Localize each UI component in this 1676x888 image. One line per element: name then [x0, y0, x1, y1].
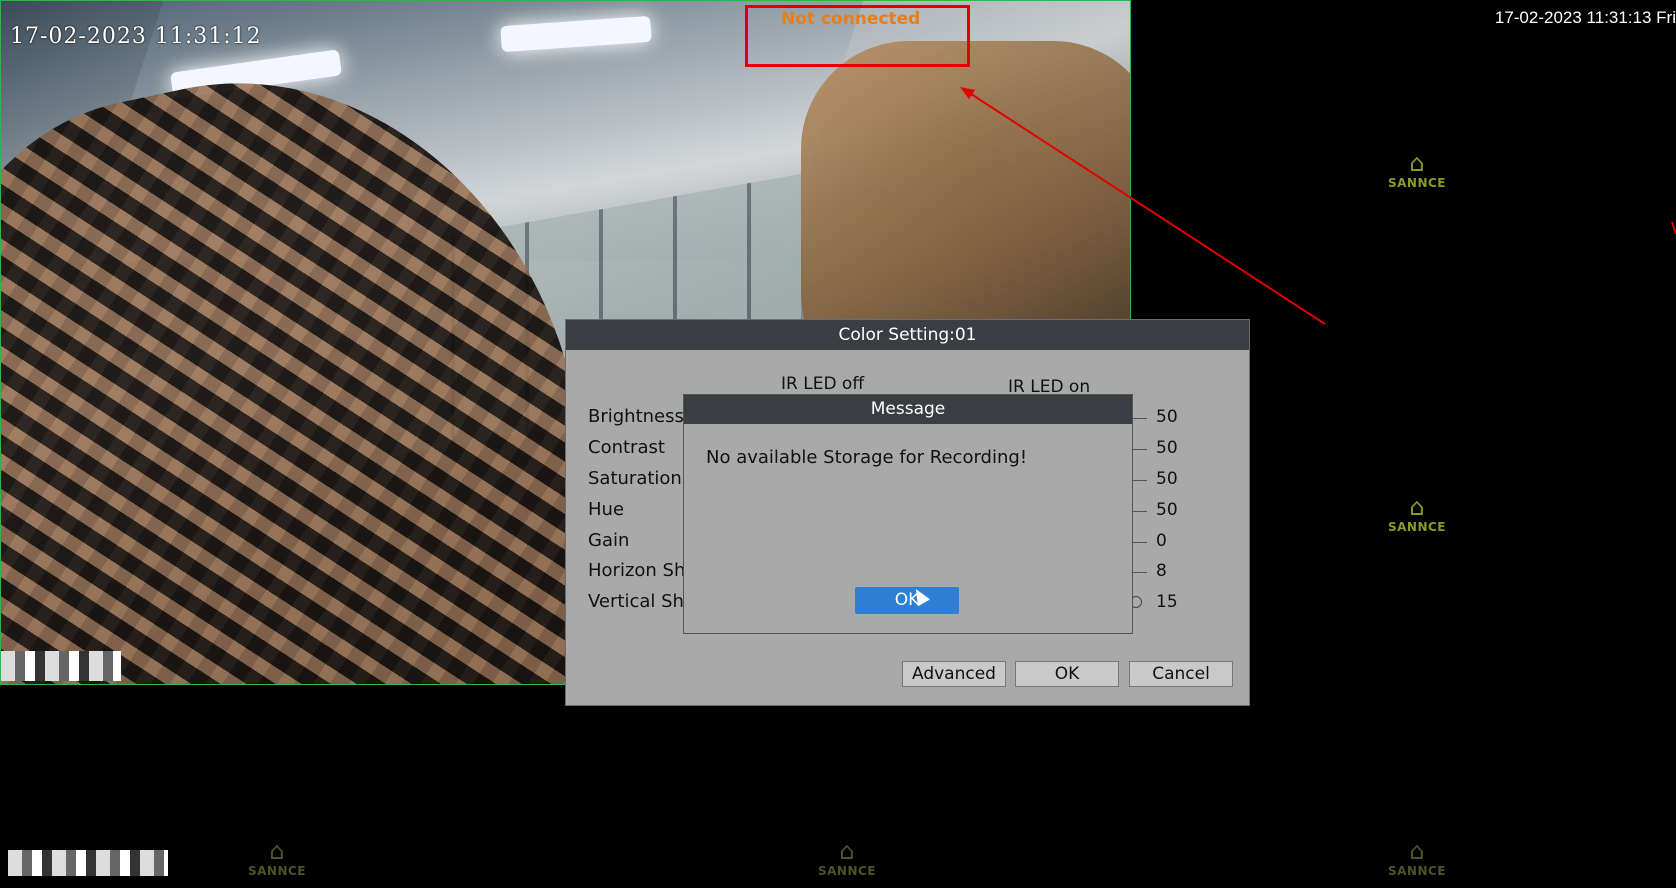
camera-status-text: Not connected — [781, 9, 921, 29]
hue-label: Hue — [588, 499, 625, 520]
horizon-sharpness-label: Horizon Sh — [588, 560, 686, 581]
brand-logo-text: SANNCE — [1387, 520, 1447, 534]
brand-logo-icon: ⌂ — [1409, 837, 1425, 865]
color-setting-title: Color Setting:01 — [566, 320, 1249, 350]
brand-logo: ⌂ SANNCE — [1377, 494, 1457, 534]
brand-logo-icon: ⌂ — [1409, 493, 1425, 521]
horizon-sharpness-slider[interactable] — [1131, 572, 1147, 573]
message-ok-button[interactable]: OK — [855, 587, 959, 614]
brightness-value: 50 — [1156, 407, 1178, 427]
brand-logo-text: SANNCE — [817, 864, 877, 878]
gain-value: 0 — [1156, 531, 1167, 551]
ir-led-off-header: IR LED off — [781, 374, 865, 394]
pixelated-overlay — [8, 850, 168, 876]
hue-slider[interactable] — [1131, 511, 1147, 512]
brand-logo-icon: ⌂ — [839, 837, 855, 865]
vertical-sharpness-value: 15 — [1156, 592, 1178, 612]
brand-logo: ⌂ SANNCE — [1377, 150, 1457, 190]
brand-logo: ⌂ SANNCE — [237, 838, 317, 878]
saturation-slider[interactable] — [1131, 480, 1147, 481]
vertical-sharpness-label: Vertical Sh — [588, 591, 684, 612]
saturation-label: Saturation — [588, 468, 682, 489]
horizon-sharpness-value: 8 — [1156, 561, 1167, 581]
brand-logo: ⌂ SANNCE — [807, 838, 887, 878]
brand-logo-text: SANNCE — [1387, 864, 1447, 878]
ok-button[interactable]: OK — [1015, 661, 1119, 687]
brand-logo-text: SANNCE — [247, 864, 307, 878]
gain-label: Gain — [588, 530, 630, 551]
message-title: Message — [684, 395, 1132, 424]
message-text: No available Storage for Recording! — [706, 447, 1028, 468]
brand-logo: ⌂ SANNCE — [1377, 838, 1457, 878]
brand-logo-icon: ⌂ — [269, 837, 285, 865]
contrast-value: 50 — [1156, 438, 1178, 458]
brand-logo-icon: ⌂ — [1409, 149, 1425, 177]
brand-logo-text: SANNCE — [1387, 176, 1447, 190]
brightness-slider[interactable] — [1131, 418, 1147, 419]
brightness-label: Brightness — [588, 406, 684, 427]
pixelated-overlay — [1, 651, 121, 681]
hue-value: 50 — [1156, 500, 1178, 520]
gain-slider[interactable] — [1131, 542, 1147, 543]
contrast-slider[interactable] — [1131, 449, 1147, 450]
contrast-label: Contrast — [588, 437, 665, 458]
system-timestamp: 17-02-2023 11:31:13 Fri — [1494, 8, 1676, 27]
advanced-button[interactable]: Advanced — [902, 661, 1006, 687]
cancel-button[interactable]: Cancel — [1129, 661, 1233, 687]
saturation-value: 50 — [1156, 469, 1178, 489]
message-dialog: Message No available Storage for Recordi… — [683, 394, 1133, 634]
camera-timestamp: 17-02-2023 11:31:12 — [10, 24, 262, 49]
